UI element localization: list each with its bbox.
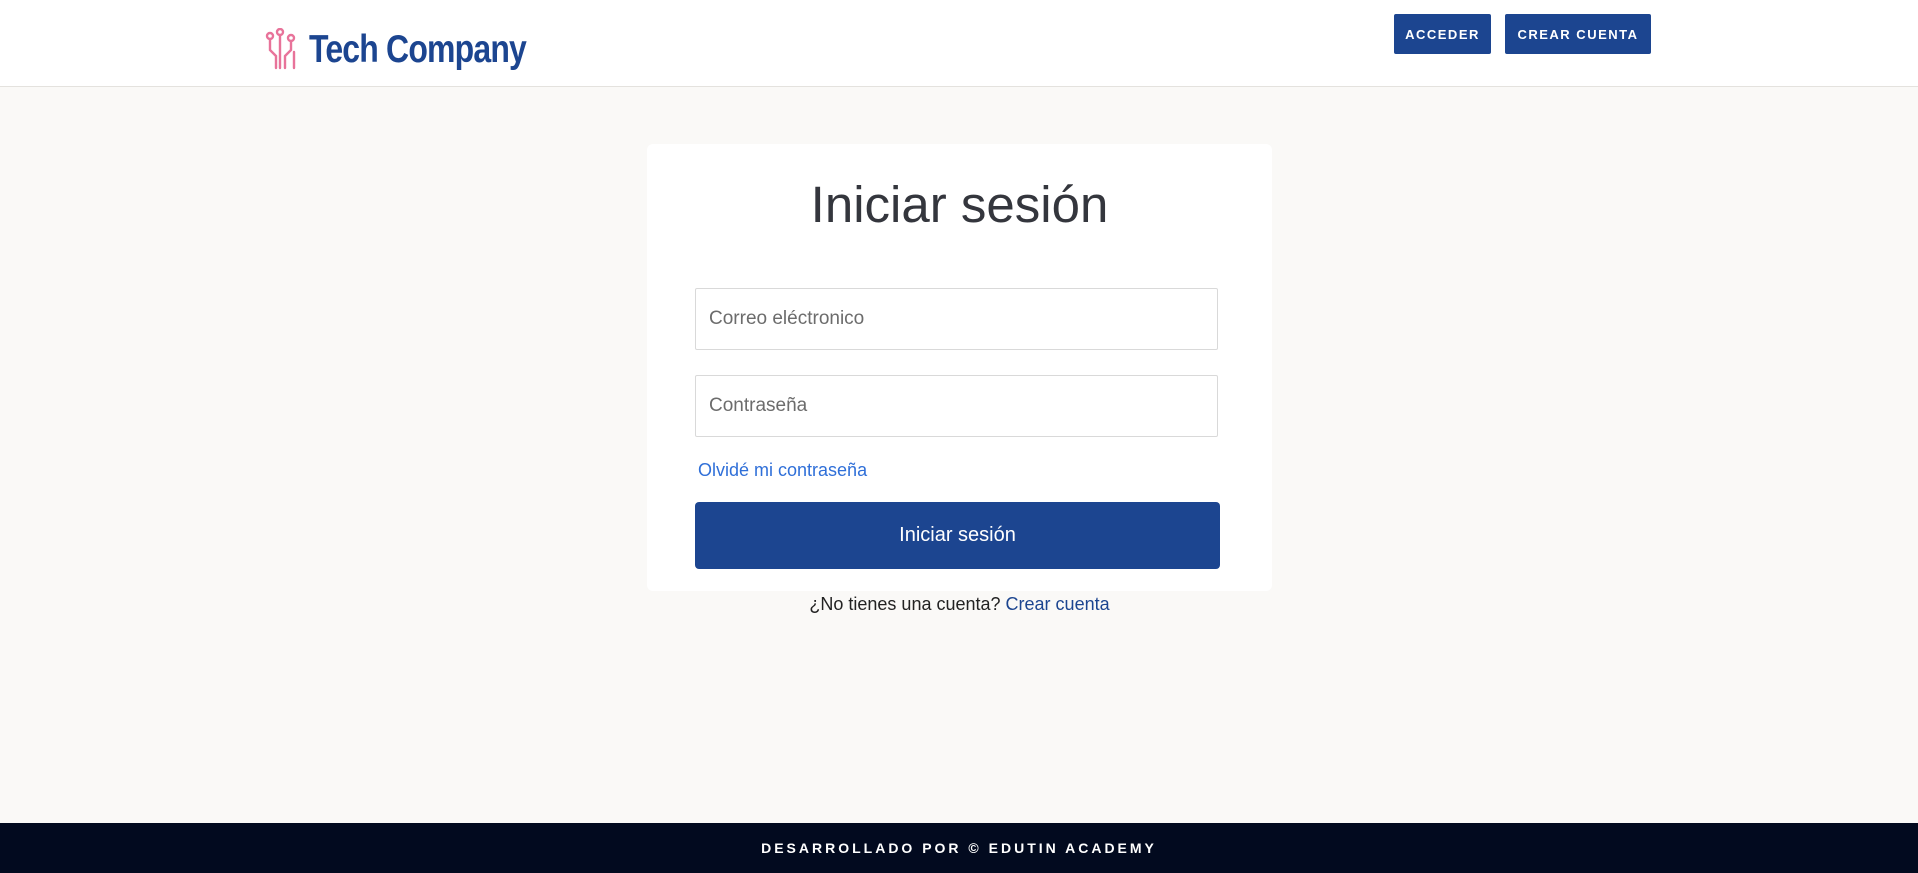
signup-link[interactable]: Crear cuenta (1006, 594, 1110, 614)
password-field[interactable] (695, 375, 1218, 437)
site-footer: DESARROLLADO POR © EDUTIN ACADEMY (0, 823, 1918, 873)
site-header: Tech Company ACCEDER CREAR CUENTA (0, 0, 1918, 87)
login-nav-button[interactable]: ACCEDER (1394, 14, 1491, 54)
page-title: Iniciar sesión (810, 176, 1109, 233)
login-submit-button[interactable]: Iniciar sesión (695, 502, 1220, 569)
circuit-icon (265, 28, 296, 70)
brand-logo[interactable]: Tech Company (265, 24, 574, 74)
signup-prompt: ¿No tienes una cuenta? Crear cuenta (647, 594, 1272, 615)
footer-credit: DESARROLLADO POR © EDUTIN ACADEMY (761, 840, 1157, 856)
forgot-password-link[interactable]: Olvidé mi contraseña (698, 460, 867, 481)
signup-prompt-text: ¿No tienes una cuenta? (809, 594, 1001, 614)
brand-name: Tech Company (309, 27, 527, 71)
register-nav-button[interactable]: CREAR CUENTA (1505, 14, 1651, 54)
login-card: Iniciar sesión Olvidé mi contraseña Inic… (647, 144, 1272, 591)
email-field[interactable] (695, 288, 1218, 350)
